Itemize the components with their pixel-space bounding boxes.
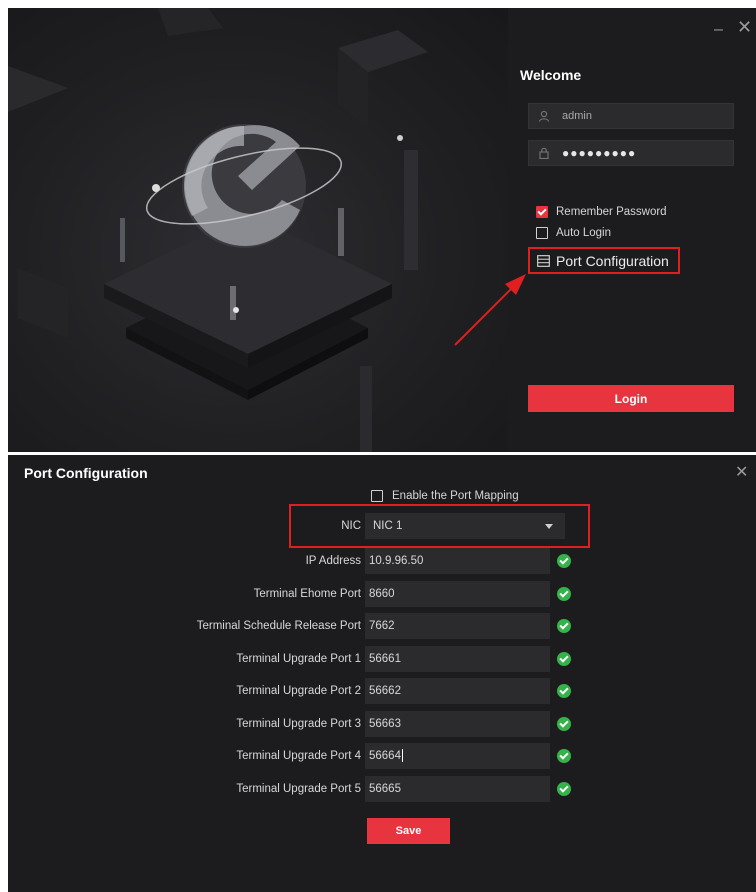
valid-check-icon [557, 554, 571, 568]
terminal-upgrade-port-3-input[interactable]: 56663 [365, 711, 550, 737]
field-label: Terminal Upgrade Port 1 [236, 653, 361, 665]
lock-icon [538, 147, 552, 159]
field-label: Terminal Upgrade Port 2 [236, 685, 361, 697]
terminal-upgrade-port-1-input[interactable]: 56661 [365, 646, 550, 672]
valid-check-icon [557, 652, 571, 666]
remember-password-option[interactable]: Remember Password [536, 206, 667, 218]
nic-label: NIC [341, 520, 361, 532]
terminal-upgrade-port-2-row: Terminal Upgrade Port 2 56662 [8, 678, 608, 704]
user-icon [538, 110, 552, 122]
field-label: Terminal Upgrade Port 5 [236, 783, 361, 795]
terminal-upgrade-port-2-input[interactable]: 56662 [365, 678, 550, 704]
auto-login-option[interactable]: Auto Login [536, 227, 611, 239]
text-cursor [401, 749, 403, 763]
field-value: 56664 [369, 750, 401, 762]
valid-check-icon [557, 619, 571, 633]
port-configuration-label: Port Configuration [556, 252, 669, 269]
password-value: ●●●●●●●●● [562, 146, 637, 160]
terminal-upgrade-port-3-row: Terminal Upgrade Port 3 56663 [8, 711, 608, 737]
platform-logo-illustration [8, 8, 428, 452]
hero-illustration [8, 8, 508, 452]
field-label: IP Address [305, 555, 361, 567]
chevron-down-icon [545, 524, 553, 529]
password-field[interactable]: ●●●●●●●●● [528, 140, 734, 166]
valid-check-icon [557, 749, 571, 763]
username-value: admin [562, 110, 592, 122]
login-window: – ✕ Welcome admin ●●●●●●●●● Remember Pas… [8, 8, 756, 452]
enable-port-mapping-label: Enable the Port Mapping [392, 490, 519, 502]
ip-address-input[interactable]: 10.9.96.50 [365, 548, 550, 574]
ip-address-row: IP Address 10.9.96.50 [8, 548, 608, 574]
terminal-upgrade-port-4-input[interactable]: 56664 [365, 743, 550, 769]
port-configuration-link[interactable]: Port Configuration [528, 247, 680, 274]
valid-check-icon [557, 684, 571, 698]
dialog-title: Port Configuration [24, 465, 148, 481]
minimize-button[interactable]: – [714, 22, 723, 38]
login-button[interactable]: Login [528, 385, 734, 412]
enable-port-mapping-checkbox[interactable] [371, 490, 383, 502]
terminal-upgrade-port-1-row: Terminal Upgrade Port 1 56661 [8, 646, 608, 672]
nic-select[interactable]: NIC 1 [365, 513, 565, 539]
terminal-upgrade-port-5-input[interactable]: 56665 [365, 776, 550, 802]
save-button[interactable]: Save [367, 818, 450, 844]
remember-password-checkbox[interactable] [536, 206, 548, 218]
terminal-upgrade-port-4-row: Terminal Upgrade Port 4 56664 [8, 743, 608, 769]
terminal-schedule-release-port-row: Terminal Schedule Release Port 7662 [8, 613, 608, 639]
auto-login-label: Auto Login [556, 227, 611, 239]
valid-check-icon [557, 587, 571, 601]
remember-password-label: Remember Password [556, 206, 667, 218]
field-label: Terminal Schedule Release Port [196, 620, 361, 632]
field-label: Terminal Upgrade Port 4 [236, 750, 361, 762]
auto-login-checkbox[interactable] [536, 227, 548, 239]
field-label: Terminal Ehome Port [253, 588, 361, 600]
close-window-button[interactable]: ✕ [737, 18, 752, 36]
port-configuration-dialog: Port Configuration ✕ Enable the Port Map… [8, 455, 756, 892]
terminal-upgrade-port-5-row: Terminal Upgrade Port 5 56665 [8, 776, 608, 802]
valid-check-icon [557, 717, 571, 731]
welcome-heading: Welcome [520, 67, 582, 83]
enable-port-mapping-option[interactable]: Enable the Port Mapping [371, 490, 519, 502]
terminal-ehome-port-row: Terminal Ehome Port 8660 [8, 581, 608, 607]
field-label: Terminal Upgrade Port 3 [236, 718, 361, 730]
terminal-ehome-port-input[interactable]: 8660 [365, 581, 550, 607]
terminal-schedule-release-port-input[interactable]: 7662 [365, 613, 550, 639]
nic-value: NIC 1 [373, 520, 403, 532]
username-field[interactable]: admin [528, 103, 734, 129]
close-dialog-button[interactable]: ✕ [735, 462, 748, 482]
valid-check-icon [557, 782, 571, 796]
nic-row: NIC NIC 1 [8, 513, 608, 539]
port-config-icon [537, 254, 550, 267]
